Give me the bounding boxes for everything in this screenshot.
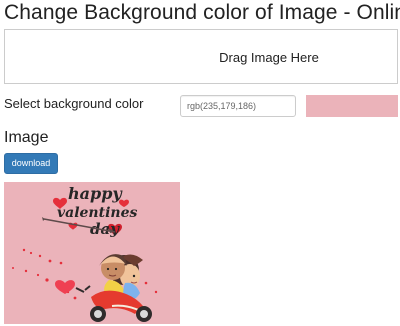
art-line-valentines: valentines [57, 205, 137, 221]
background-color-label: Select background color [4, 96, 144, 111]
image-section-heading: Image [4, 129, 49, 146]
image-dropzone[interactable]: Drag Image Here [4, 29, 398, 84]
background-color-input[interactable]: rgb(235,179,186) [180, 95, 296, 117]
page-title: Change Background color of Image - Onlin… [4, 1, 400, 24]
page: Change Background color of Image - Onlin… [0, 0, 400, 326]
dropzone-label: Drag Image Here [219, 50, 319, 65]
download-button[interactable]: download [4, 153, 58, 174]
valentine-illustration: happy valentines day [4, 182, 180, 324]
image-preview: happy valentines day [4, 182, 180, 324]
background-color-swatch[interactable] [306, 95, 398, 117]
art-line-happy: happy [68, 184, 123, 203]
